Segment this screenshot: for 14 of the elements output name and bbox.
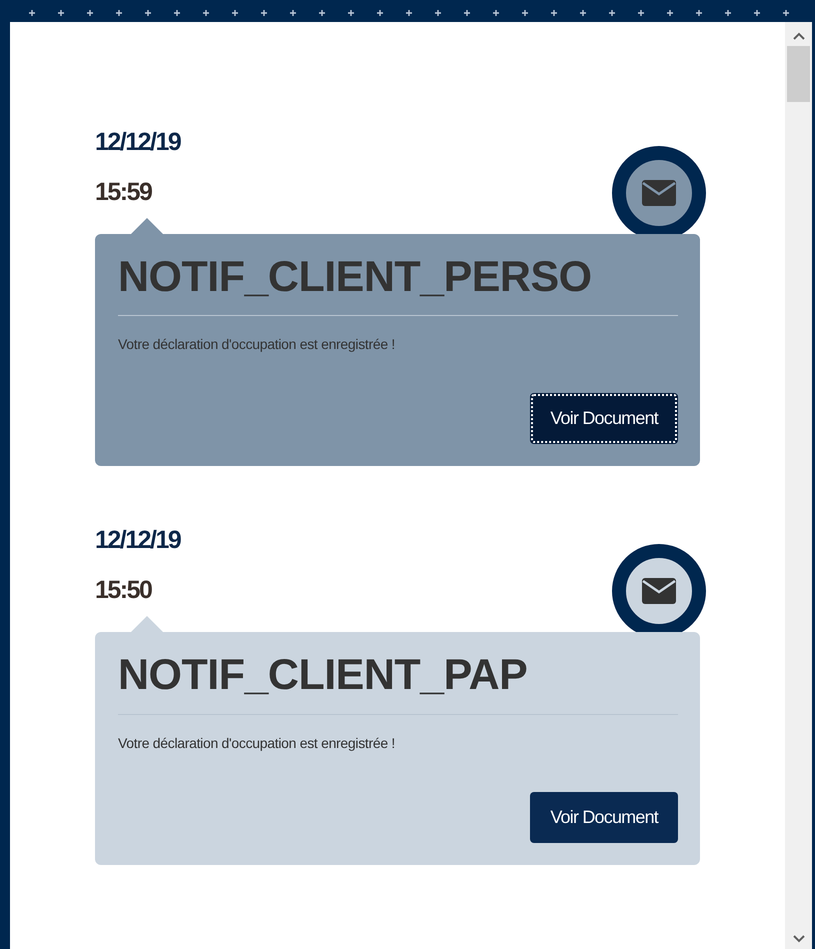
view-document-button[interactable]: Voir Document bbox=[530, 792, 678, 843]
envelope-icon bbox=[642, 578, 676, 604]
view-document-button[interactable]: Voir Document bbox=[530, 393, 678, 444]
time-text: 15:50 bbox=[95, 578, 153, 604]
date-text: 12/12/19 bbox=[95, 528, 180, 554]
envelope-icon bbox=[642, 180, 676, 206]
time-text: 15:59 bbox=[95, 180, 153, 205]
notification-message: Votre déclaration d'occupation est enregistrée ! bbox=[118, 335, 396, 354]
notification-title: NOTIF_CLIENT_PAP bbox=[118, 652, 678, 715]
scrollbar[interactable] bbox=[785, 22, 812, 949]
date-text: 12/12/19 bbox=[95, 130, 180, 155]
scrollbar-thumb[interactable] bbox=[787, 46, 810, 102]
notification-title: NOTIF_CLIENT_PERSO bbox=[118, 254, 678, 316]
notification-message: Votre déclaration d'occupation est enregistrée ! bbox=[118, 734, 396, 753]
